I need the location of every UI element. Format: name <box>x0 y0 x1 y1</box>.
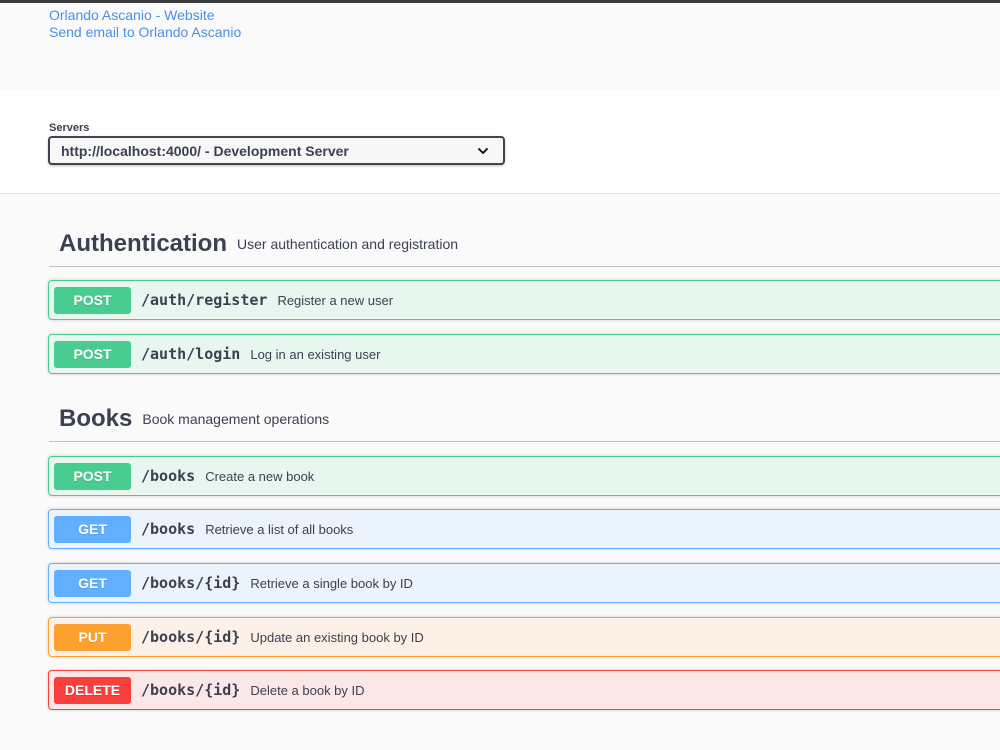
tag-header-books[interactable]: Books Book management operations <box>49 396 1000 442</box>
operation-path: /books <box>141 467 196 485</box>
method-badge: GET <box>54 569 131 597</box>
operation-path: /auth/login <box>141 345 241 363</box>
operation-path: /auth/register <box>141 291 268 309</box>
operation-summary: Retrieve a list of all books <box>205 521 354 537</box>
operation-path: /books/{id} <box>141 574 241 592</box>
method-badge: POST <box>54 462 131 490</box>
operation-summary: Log in an existing user <box>250 346 381 362</box>
operation-put-book-by-id[interactable]: PUT /books/{id} Update an existing book … <box>48 617 1000 657</box>
email-link[interactable]: Send email to Orlando Ascanio <box>49 24 241 41</box>
operation-summary: Update an existing book by ID <box>250 629 424 645</box>
operation-path: /books/{id} <box>141 628 241 646</box>
operation-get-books[interactable]: GET /books Retrieve a list of all books <box>48 509 1000 549</box>
operation-summary: Create a new book <box>205 468 315 484</box>
servers-label: Servers <box>49 122 90 134</box>
method-badge: POST <box>54 286 131 314</box>
operation-get-book-by-id[interactable]: GET /books/{id} Retrieve a single book b… <box>48 563 1000 603</box>
servers-select[interactable]: http://localhost:4000/ - Development Ser… <box>48 136 505 165</box>
operation-summary: Retrieve a single book by ID <box>250 575 413 591</box>
method-badge: DELETE <box>54 676 131 704</box>
servers-section: Servers http://localhost:4000/ - Develop… <box>0 90 1000 194</box>
operation-summary: Delete a book by ID <box>250 682 365 698</box>
method-badge: GET <box>54 515 131 543</box>
website-link[interactable]: Orlando Ascanio - Website <box>49 7 241 24</box>
operation-path: /books/{id} <box>141 681 241 699</box>
method-badge: POST <box>54 340 131 368</box>
operation-path: /books <box>141 520 196 538</box>
method-badge: PUT <box>54 623 131 651</box>
top-bar <box>0 0 1000 3</box>
operation-delete-book-by-id[interactable]: DELETE /books/{id} Delete a book by ID <box>48 670 1000 710</box>
tag-title: Authentication <box>59 229 227 257</box>
contact-links: Orlando Ascanio - Website Send email to … <box>49 7 241 41</box>
tag-title: Books <box>59 404 133 432</box>
operation-post-auth-login[interactable]: POST /auth/login Log in an existing user <box>48 334 1000 374</box>
tag-header-authentication[interactable]: Authentication User authentication and r… <box>49 221 1000 267</box>
operation-summary: Register a new user <box>277 292 394 308</box>
tag-description: Book management operations <box>142 410 330 427</box>
tag-description: User authentication and registration <box>237 235 459 252</box>
servers-selected-value: http://localhost:4000/ - Development Ser… <box>61 142 349 159</box>
operation-post-auth-register[interactable]: POST /auth/register Register a new user <box>48 280 1000 320</box>
operation-post-books[interactable]: POST /books Create a new book <box>48 456 1000 496</box>
chevron-down-icon <box>478 147 488 154</box>
